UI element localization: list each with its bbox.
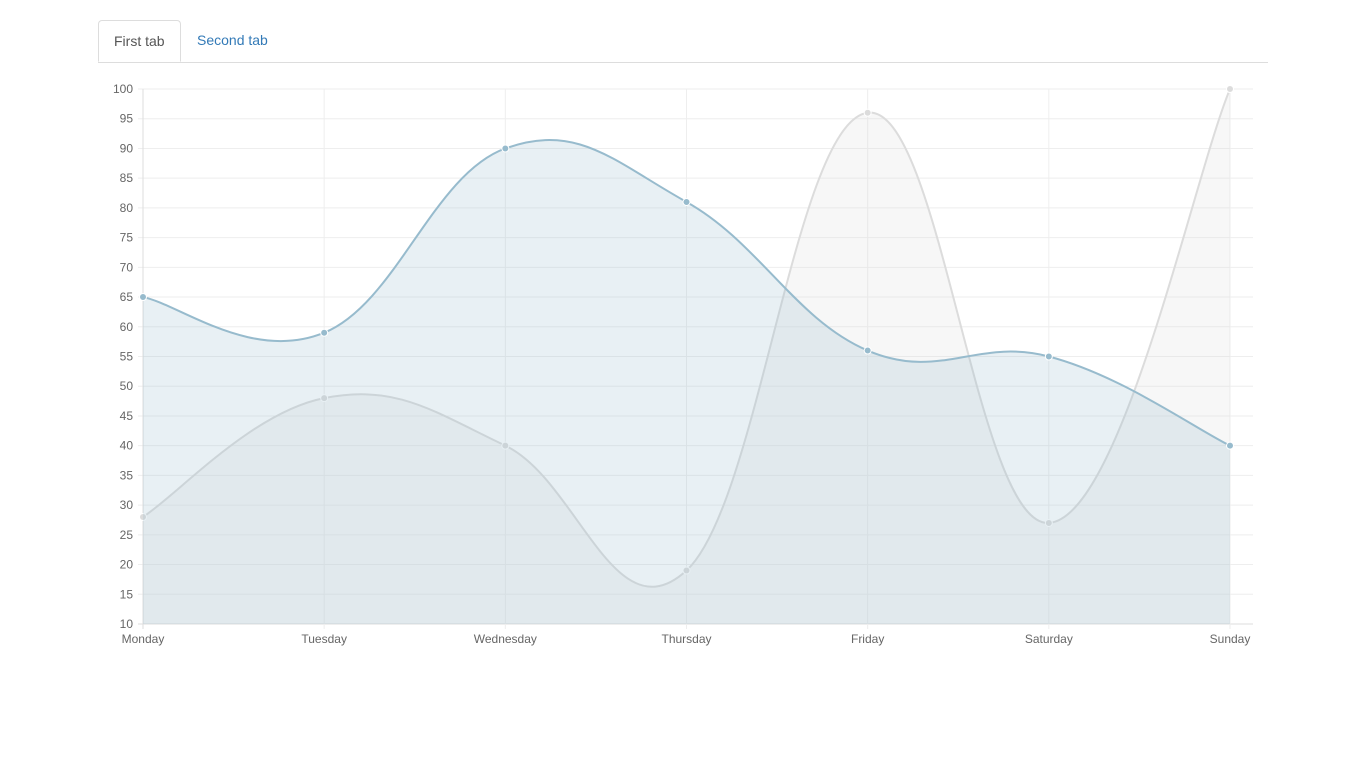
- y-tick-label: 80: [120, 201, 134, 215]
- y-tick-label: 95: [120, 112, 134, 126]
- y-tick-label: 25: [120, 528, 134, 542]
- x-tick-label: Saturday: [1025, 632, 1073, 646]
- x-tick-label: Monday: [122, 632, 165, 646]
- y-tick-label: 20: [120, 558, 134, 572]
- y-tick-label: 50: [120, 379, 134, 393]
- x-tick-label: Sunday: [1210, 632, 1251, 646]
- series-1-point: [863, 346, 872, 355]
- y-tick-label: 55: [120, 350, 134, 364]
- x-tick-label: Thursday: [661, 632, 711, 646]
- x-tick-label: Wednesday: [474, 632, 537, 646]
- y-tick-label: 45: [120, 409, 134, 423]
- y-tick-label: 40: [120, 439, 134, 453]
- line-chart: 10 15 20 25 30 35 40 45 50 55 60 65 70 75 80 85 90 95 100 M…: [113, 82, 1253, 646]
- y-tick-label: 35: [120, 468, 134, 482]
- series-2-point: [863, 108, 872, 117]
- y-tick-label: 75: [120, 231, 134, 245]
- series-1-point: [320, 328, 329, 337]
- series-1-point: [501, 144, 510, 153]
- x-tick-label: Tuesday: [301, 632, 347, 646]
- series-2-point: [1226, 85, 1234, 93]
- y-tick-label: 90: [120, 141, 134, 155]
- y-tick-label: 100: [113, 82, 133, 96]
- x-tick-label: Friday: [851, 632, 884, 646]
- series-1-point: [1226, 441, 1234, 450]
- y-tick-label: 65: [120, 290, 134, 304]
- y-tick-label: 30: [120, 498, 134, 512]
- series-1-area: [143, 139, 1230, 625]
- series-1-point: [1044, 352, 1053, 361]
- y-tick-label: 15: [120, 587, 134, 601]
- series-1-point: [139, 293, 147, 302]
- series-1-point: [682, 197, 691, 206]
- y-tick-label: 70: [120, 260, 134, 274]
- y-tick-label: 60: [120, 320, 134, 334]
- y-tick-label: 10: [120, 617, 134, 631]
- y-tick-label: 85: [120, 171, 134, 185]
